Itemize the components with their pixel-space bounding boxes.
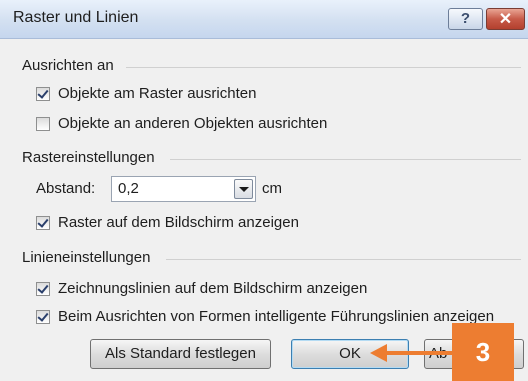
snap-to-objects-checkbox[interactable] bbox=[36, 116, 50, 131]
smart-guides-label: Beim Ausrichten von Formen intelligente … bbox=[58, 308, 495, 325]
title-bar: Raster und Linien ? ✕ bbox=[0, 0, 528, 39]
smart-guides-checkbox[interactable] bbox=[36, 309, 50, 324]
show-grid-checkbox[interactable] bbox=[36, 215, 50, 230]
spacing-label: Abstand: bbox=[36, 180, 96, 197]
smart-guides-option[interactable]: Beim Ausrichten von Formen intelligente … bbox=[36, 308, 494, 325]
drawing-guides-option[interactable]: Zeichnungslinien auf dem Bildschirm anze… bbox=[36, 280, 367, 297]
spacing-unit: cm bbox=[262, 180, 282, 197]
spacing-combobox[interactable]: 0,2 bbox=[111, 176, 256, 202]
snap-section-divider bbox=[126, 67, 521, 68]
guide-section-divider bbox=[166, 259, 521, 260]
snap-section-label: Ausrichten an bbox=[22, 57, 114, 74]
spacing-value: 0,2 bbox=[118, 180, 139, 197]
set-as-default-button[interactable]: Als Standard festlegen bbox=[90, 339, 271, 369]
dialog-title: Raster und Linien bbox=[13, 9, 139, 26]
snap-to-grid-label: Objekte am Raster ausrichten bbox=[58, 85, 257, 102]
drawing-guides-label: Zeichnungslinien auf dem Bildschirm anze… bbox=[58, 280, 368, 297]
close-button[interactable]: ✕ bbox=[486, 8, 525, 30]
snap-to-grid-option[interactable]: Objekte am Raster ausrichten bbox=[36, 85, 256, 102]
snap-to-grid-checkbox[interactable] bbox=[36, 86, 50, 101]
step-number-badge: 3 bbox=[452, 323, 514, 381]
raster-und-linien-dialog: Raster und Linien ? ✕ Ausrichten an Obje… bbox=[0, 0, 528, 381]
grid-section-label: Rastereinstellungen bbox=[22, 149, 155, 166]
chevron-down-icon[interactable] bbox=[234, 179, 253, 199]
help-button[interactable]: ? bbox=[448, 8, 483, 30]
snap-to-objects-label: Objekte an anderen Objekten ausrichten bbox=[58, 115, 328, 132]
annotation-arrow-icon bbox=[370, 344, 387, 362]
grid-section-divider bbox=[170, 159, 521, 160]
help-icon: ? bbox=[460, 10, 471, 27]
close-icon: ✕ bbox=[498, 11, 513, 28]
show-grid-label: Raster auf dem Bildschirm anzeigen bbox=[58, 214, 299, 231]
drawing-guides-checkbox[interactable] bbox=[36, 281, 50, 296]
snap-to-objects-option[interactable]: Objekte an anderen Objekten ausrichten bbox=[36, 115, 327, 132]
show-grid-option[interactable]: Raster auf dem Bildschirm anzeigen bbox=[36, 214, 299, 231]
guide-section-label: Linieneinstellungen bbox=[22, 249, 151, 266]
